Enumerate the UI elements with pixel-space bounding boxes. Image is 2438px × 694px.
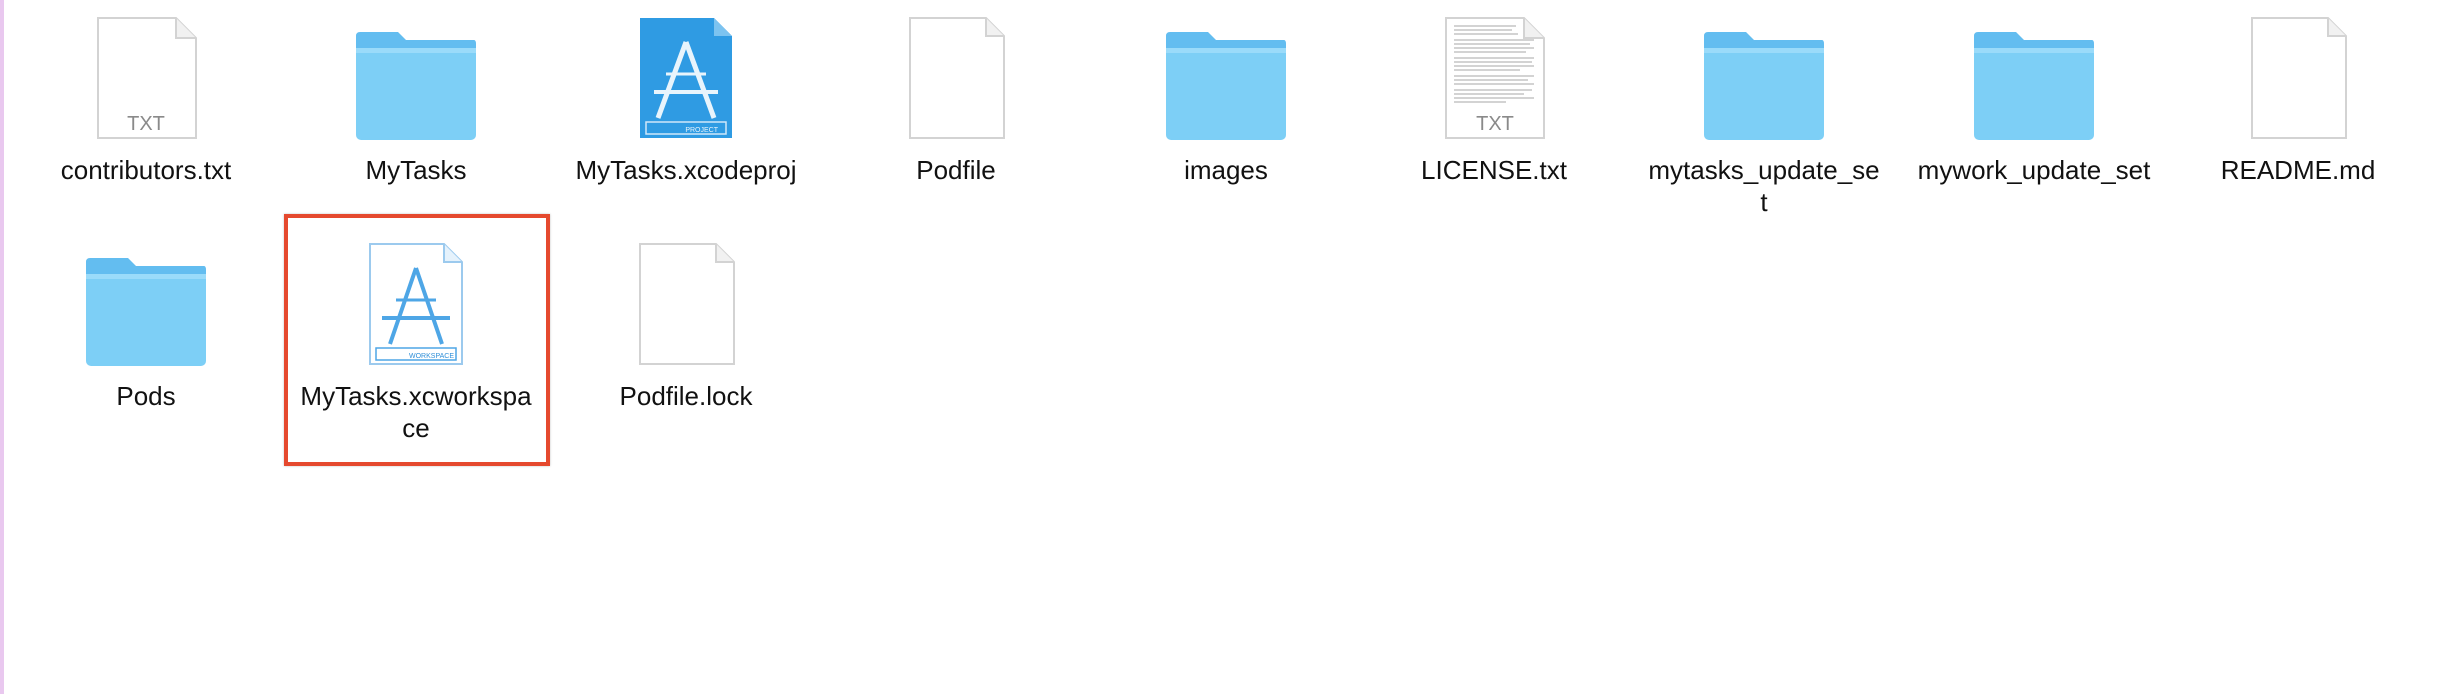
license-document-icon: TXT	[1376, 14, 1612, 140]
file-name: mywork_update_set	[1917, 155, 2151, 185]
file-name: MyTasks.xcworkspace	[300, 381, 532, 443]
file-name: images	[1184, 155, 1268, 185]
file-badge: PROJECT	[685, 127, 718, 134]
file-name: README.md	[2220, 155, 2376, 185]
file-item-mytasks-xcworkspace[interactable]: WORKSPACE MyTasks.xcworkspace	[298, 226, 534, 456]
file-item-pods-folder[interactable]: Pods	[28, 226, 264, 456]
file-item-mytasks-xcodeproj[interactable]: PROJECT MyTasks.xcodeproj	[568, 0, 804, 230]
folder-icon	[1646, 14, 1882, 140]
blank-document-icon	[2180, 14, 2416, 140]
xcode-workspace-icon: WORKSPACE	[298, 240, 534, 366]
file-name: contributors.txt	[60, 155, 232, 185]
folder-icon	[1108, 14, 1344, 140]
file-name: LICENSE.txt	[1421, 155, 1567, 185]
file-name: MyTasks	[365, 155, 467, 185]
file-item-podfile[interactable]: Podfile	[838, 0, 1074, 230]
file-name: mytasks_update_set	[1648, 155, 1880, 217]
file-item-mytasks-folder[interactable]: MyTasks	[298, 0, 534, 230]
blank-document-icon	[568, 240, 804, 366]
folder-icon	[298, 14, 534, 140]
file-name: Pods	[116, 381, 176, 411]
file-item-readme-md[interactable]: README.md	[2180, 0, 2416, 230]
folder-icon	[1916, 14, 2152, 140]
finder-window: TXT contributors.txt MyTasks PROJECT MyT…	[0, 0, 2438, 694]
file-name: Podfile	[916, 155, 996, 185]
file-badge: WORKSPACE	[409, 353, 454, 360]
file-name: MyTasks.xcodeproj	[575, 155, 797, 185]
file-name: Podfile.lock	[619, 381, 753, 411]
file-badge: TXT	[127, 113, 165, 135]
file-item-contributors-txt[interactable]: TXT contributors.txt	[28, 0, 264, 230]
file-item-mytasks-update-set[interactable]: mytasks_update_set	[1646, 0, 1882, 230]
file-item-mywork-update-set[interactable]: mywork_update_set	[1916, 0, 2152, 230]
file-item-license-txt[interactable]: TXT LICENSE.txt	[1376, 0, 1612, 230]
folder-icon	[28, 240, 264, 366]
blank-document-icon	[838, 14, 1074, 140]
file-item-images-folder[interactable]: images	[1108, 0, 1344, 230]
text-document-icon: TXT	[28, 14, 264, 140]
xcode-project-icon: PROJECT	[568, 14, 804, 140]
file-item-podfile-lock[interactable]: Podfile.lock	[568, 226, 804, 456]
file-badge: TXT	[1476, 113, 1514, 135]
icon-grid: TXT contributors.txt MyTasks PROJECT MyT…	[0, 0, 2438, 694]
